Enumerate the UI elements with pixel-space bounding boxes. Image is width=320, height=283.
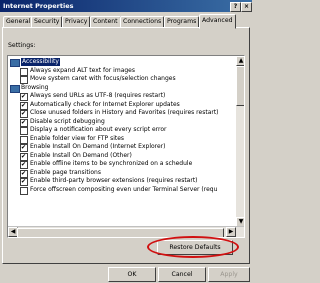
cancel-button[interactable]: Cancel: [158, 267, 206, 282]
vertical-scroll-thumb[interactable]: [236, 66, 244, 106]
item-label: Enable folder view for FTP sites: [30, 134, 125, 142]
settings-label: Settings:: [8, 42, 36, 49]
item-label: Enable third-party browser extensions (r…: [30, 177, 198, 184]
vertical-scrollbar[interactable]: ▲ ▼: [235, 56, 244, 227]
horizontal-scrollbar[interactable]: ◀ ▶: [8, 226, 244, 237]
item-label: Disable script debugging: [30, 117, 105, 125]
ok-button[interactable]: OK: [108, 267, 156, 282]
checkbox[interactable]: [20, 127, 28, 135]
group-label: Browsing: [21, 83, 49, 91]
close-button[interactable]: ×: [241, 2, 252, 12]
title-bar: Internet Properties ? ×: [0, 0, 252, 12]
tab-advanced[interactable]: Advanced: [199, 14, 236, 29]
apply-button[interactable]: Apply: [208, 267, 250, 282]
checkbox[interactable]: [20, 67, 28, 76]
window-title: Internet Properties: [3, 2, 74, 10]
settings-list[interactable]: Accessibility Always expand ALT text for…: [7, 55, 245, 238]
group-label: Accessibility: [21, 58, 60, 67]
item-label: Enable Install On Demand (Internet Explo…: [30, 143, 166, 150]
scroll-up-arrow-icon[interactable]: ▲: [236, 56, 244, 66]
item-label: Always expand ALT text for images: [30, 66, 135, 74]
accessibility-icon: [10, 59, 20, 67]
item-label: Enable offline items to be synchronized …: [30, 160, 193, 167]
checkbox[interactable]: [20, 186, 28, 195]
item-label: Automatically check for Internet Explore…: [30, 100, 180, 108]
item-label: Enable page transitions: [30, 168, 101, 176]
item-label: Always send URLs as UTF-8 (requires rest…: [30, 92, 166, 99]
checkbox[interactable]: [20, 177, 28, 186]
item-label: Close unused folders in History and Favo…: [30, 109, 219, 116]
item-label: Move system caret with focus/selection c…: [30, 75, 176, 82]
help-button[interactable]: ?: [230, 2, 241, 12]
scroll-right-arrow-icon[interactable]: ▶: [226, 227, 236, 237]
checkbox[interactable]: [20, 118, 28, 127]
item-label: Force offscreen compositing even under T…: [30, 185, 218, 193]
item-label: Enable Install On Demand (Other): [30, 151, 132, 159]
highlight-circle: [147, 236, 239, 258]
browsing-icon: [10, 84, 20, 93]
item-label: Display a notification about every scrip…: [30, 126, 167, 133]
